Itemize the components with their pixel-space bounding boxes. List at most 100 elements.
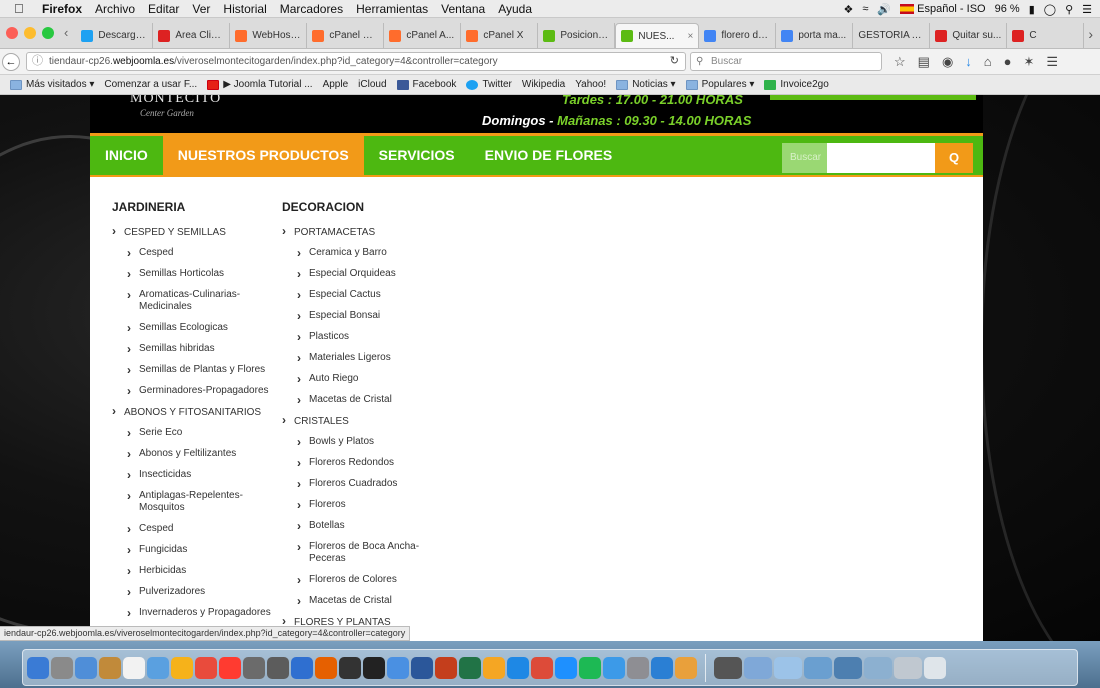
dock-app-icon[interactable] — [579, 656, 601, 679]
menu-ayuda[interactable]: Ayuda — [498, 2, 532, 16]
subcategory-link[interactable]: Germinadores-Propagadores — [112, 381, 282, 402]
tab[interactable]: porta ma... — [776, 23, 854, 48]
category-link[interactable]: ABONOS Y FITOSANITARIOS — [112, 402, 282, 423]
tab[interactable]: cPanel A... — [384, 23, 462, 48]
bookmark-item[interactable]: ▶ Joomla Tutorial ... — [207, 79, 313, 90]
subcategory-link[interactable]: Ceramica y Barro — [282, 243, 442, 264]
subcategory-link[interactable]: Especial Orquideas — [282, 264, 442, 285]
site-search-input[interactable] — [827, 143, 935, 173]
bookmark-item[interactable]: iCloud — [0, 79, 387, 180]
dock-app-icon[interactable] — [603, 656, 625, 679]
subcategory-link[interactable]: Especial Bonsai — [282, 306, 442, 327]
tab[interactable]: Posicione... — [538, 23, 616, 48]
category-link[interactable]: PORTAMACETAS — [282, 222, 442, 243]
dock-app-icon[interactable] — [267, 656, 289, 679]
downloads-icon[interactable]: ↓ — [965, 54, 972, 70]
close-window-button[interactable] — [6, 27, 18, 39]
site-info-icon[interactable]: ⓘ — [32, 53, 43, 70]
dock-app-icon[interactable] — [195, 656, 217, 679]
subcategory-link[interactable]: Floreros — [282, 495, 442, 516]
bookmark-item[interactable]: Comenzar a usar F... — [0, 79, 197, 180]
subcategory-link[interactable]: Floreros de Boca Ancha-Peceras — [282, 537, 442, 570]
category-link[interactable]: CRISTALES — [282, 411, 442, 432]
tab[interactable]: cPanel X — [461, 23, 539, 48]
dock-app-icon[interactable] — [27, 656, 49, 679]
nav-nuestros-productos[interactable]: NUESTROS PRODUCTOS — [162, 135, 364, 176]
extension-icon[interactable]: ✶ — [1024, 54, 1035, 70]
subcategory-link[interactable]: Fungicidas — [112, 540, 282, 561]
dropbox-icon[interactable]: ❖ — [844, 3, 854, 16]
bookmark-item[interactable]: Invoice2go — [764, 79, 829, 90]
tab[interactable]: cPanel X ... — [307, 23, 385, 48]
subcategory-link[interactable]: Pulverizadores — [112, 582, 282, 603]
menu-editar[interactable]: Editar — [148, 2, 179, 16]
subcategory-link[interactable]: Aromaticas-Culinarias-Medicinales — [112, 285, 282, 318]
nav-inicio[interactable]: INICIO — [90, 135, 163, 176]
nav-envio-de-flores[interactable]: ENVIO DE FLORES — [470, 135, 628, 176]
decoracion-title[interactable]: DECORACION — [282, 200, 442, 222]
subcategory-link[interactable]: Semillas Horticolas — [112, 264, 282, 285]
bookmark-item[interactable]: Populares ▾ — [685, 79, 754, 90]
subcategory-link[interactable]: Plasticos — [282, 327, 442, 348]
tab-active[interactable]: NUES... × — [615, 23, 700, 48]
dock-window-thumbnail[interactable] — [804, 656, 832, 679]
jardineria-title[interactable]: JARDINERIA — [112, 200, 282, 222]
chat-icon[interactable]: ● — [1004, 54, 1012, 70]
subcategory-link[interactable]: Macetas de Cristal — [282, 390, 442, 411]
dock-app-icon[interactable] — [675, 656, 697, 679]
subcategory-link[interactable]: Floreros Redondos — [282, 453, 442, 474]
bookmark-item[interactable]: Twitter — [466, 79, 512, 90]
subcategory-link[interactable]: Antiplagas-Repelentes-Mosquitos — [112, 486, 282, 519]
subcategory-link[interactable]: Botellas — [282, 516, 442, 537]
dock-app-icon[interactable] — [147, 656, 169, 679]
url-bar[interactable]: ⓘ tiendaur-cp26.webjoomla.es/viveroselmo… — [26, 52, 686, 71]
dock-window-thumbnail[interactable] — [714, 656, 742, 679]
tab-scroll-right-icon[interactable]: › — [1088, 26, 1093, 42]
dock-window-thumbnail[interactable] — [894, 656, 922, 679]
dock-app-icon[interactable] — [507, 656, 529, 679]
volume-icon[interactable]: 🔊 — [877, 3, 891, 16]
dock-app-icon[interactable] — [387, 656, 409, 679]
subcategory-link[interactable]: Semillas de Plantas y Flores — [112, 360, 282, 381]
battery-percent[interactable]: 96 % — [995, 3, 1020, 15]
category-link[interactable]: CESPED Y SEMILLAS — [112, 222, 282, 243]
subcategory-link[interactable]: Floreros de Colores — [282, 570, 442, 591]
dock-app-icon[interactable] — [651, 656, 673, 679]
menu-marcadores[interactable]: Marcadores — [280, 2, 343, 16]
tab[interactable]: C — [1007, 23, 1085, 48]
dock-app-icon[interactable] — [627, 656, 649, 679]
dock-app-icon[interactable] — [99, 656, 121, 679]
input-source[interactable]: Español - ISO — [900, 3, 986, 15]
subcategory-link[interactable]: Materiales Ligeros — [282, 348, 442, 369]
trash-icon[interactable] — [924, 656, 946, 679]
dock-app-icon[interactable] — [123, 656, 145, 679]
overflow-menu-icon[interactable]: ☰ — [1046, 54, 1058, 70]
tab-scroll-left-icon[interactable]: ‹ — [64, 25, 68, 40]
bookmark-item[interactable]: Facebook — [396, 79, 456, 90]
dock-window-thumbnail[interactable] — [834, 656, 862, 679]
dock-app-icon[interactable] — [51, 656, 73, 679]
pocket-icon[interactable]: ◉ — [942, 54, 953, 70]
menu-app-name[interactable]: Firefox — [42, 2, 82, 16]
subcategory-link[interactable]: Abonos y Feltilizantes — [112, 444, 282, 465]
subcategory-link[interactable]: Invernaderos y Propagadores — [112, 603, 282, 624]
site-logo[interactable]: MONTECITO — [130, 95, 221, 107]
subcategory-link[interactable]: Cesped — [112, 243, 282, 264]
subcategory-link[interactable]: Macetas de Cristal — [282, 591, 442, 612]
battery-icon[interactable]: ▮ — [1029, 3, 1035, 16]
menu-ventana[interactable]: Ventana — [441, 2, 485, 16]
dock-app-icon[interactable] — [315, 656, 337, 679]
site-search-button[interactable]: Q — [935, 143, 973, 173]
dock-app-icon[interactable] — [459, 656, 481, 679]
tab[interactable]: GESTORIA AS... — [853, 23, 931, 48]
dock-window-thumbnail[interactable] — [774, 656, 802, 679]
wifi-icon[interactable]: ≈ — [862, 3, 868, 15]
browser-search-bar[interactable]: ⚲ Buscar — [690, 52, 882, 71]
spotlight-search-icon[interactable]: ⚲ — [1065, 3, 1073, 16]
dock-app-icon[interactable] — [243, 656, 265, 679]
subcategory-link[interactable]: Cesped — [112, 519, 282, 540]
zoom-window-button[interactable] — [42, 27, 54, 39]
tab[interactable]: Descarga... — [76, 23, 154, 48]
apple-menu-icon[interactable]:  — [14, 1, 32, 16]
nav-servicios[interactable]: SERVICIOS — [364, 135, 470, 176]
